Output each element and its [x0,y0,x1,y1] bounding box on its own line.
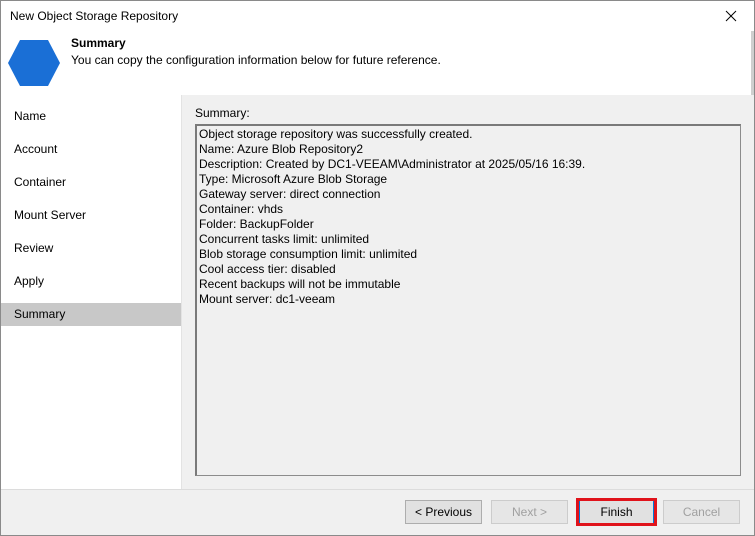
summary-line: Object storage repository was successful… [199,127,473,141]
finish-button[interactable]: Finish [579,500,654,524]
sidebar-item-account[interactable]: Account [1,138,181,161]
wizard-header: Summary You can copy the configuration i… [1,31,754,95]
summary-label: Summary: [195,106,250,120]
summary-textbox[interactable]: Object storage repository was successful… [195,124,741,476]
summary-line: Name: Azure Blob Repository2 [199,142,364,156]
summary-line: Type: Microsoft Azure Blob Storage [199,172,388,186]
summary-line: Folder: BackupFolder [199,217,314,231]
sidebar-item-review[interactable]: Review [1,237,181,260]
next-button[interactable]: Next > [491,500,568,524]
steps-sidebar: Name Account Container Mount Server Revi… [1,95,182,489]
summary-line: Concurrent tasks limit: unlimited [199,232,370,246]
step-title: Summary [71,36,126,50]
sidebar-item-mount-server[interactable]: Mount Server [1,204,181,227]
close-button[interactable] [708,1,754,31]
summary-line: Gateway server: direct connection [199,187,381,201]
sidebar-item-summary[interactable]: Summary [1,303,181,326]
summary-line: Mount server: dc1-veeam [199,292,336,306]
sidebar-item-name[interactable]: Name [1,105,181,128]
summary-line: Cool access tier: disabled [199,262,336,276]
previous-button[interactable]: < Previous [405,500,482,524]
close-icon [725,10,737,22]
window-title: New Object Storage Repository [10,9,179,23]
wizard-window: New Object Storage Repository Summary Yo… [0,0,755,536]
cancel-button[interactable]: Cancel [663,500,740,524]
summary-line: Recent backups will not be immutable [199,277,401,291]
summary-line: Blob storage consumption limit: unlimite… [199,247,418,261]
summary-line: Container: vhds [199,202,284,216]
title-bar: New Object Storage Repository [1,1,754,31]
header-scrollbar [751,31,754,95]
sidebar-item-container[interactable]: Container [1,171,181,194]
summary-line: Description: Created by DC1-VEEAM\Admini… [199,157,586,171]
footer-divider [1,489,754,490]
step-description: You can copy the configuration informati… [71,53,441,67]
sidebar-item-apply[interactable]: Apply [1,270,181,293]
hexagon-icon [8,40,60,86]
